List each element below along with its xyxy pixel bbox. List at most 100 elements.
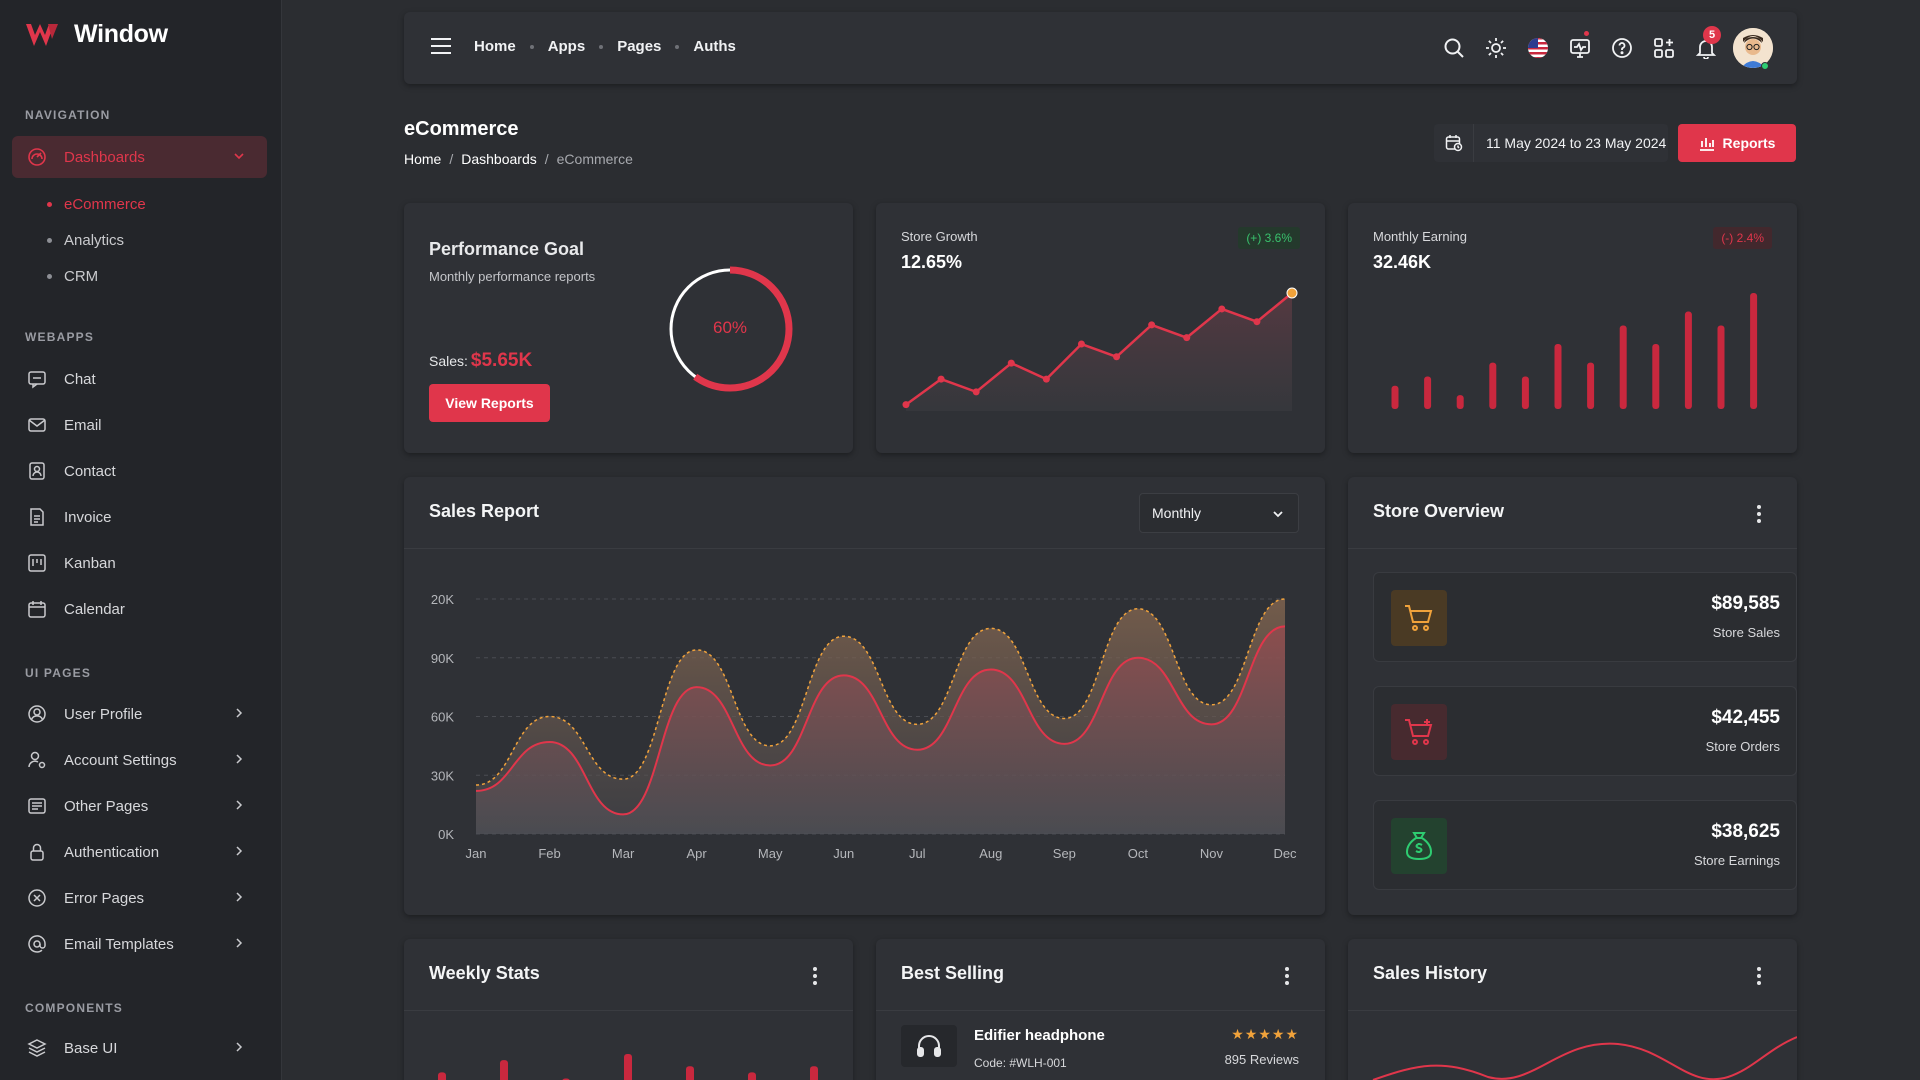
help-icon[interactable] bbox=[1601, 26, 1643, 70]
layers-icon bbox=[26, 1037, 48, 1059]
sidebar-item-user-profile[interactable]: User Profile bbox=[12, 693, 267, 735]
x-tick-label: May bbox=[758, 846, 783, 861]
bar-chart-icon bbox=[1699, 138, 1714, 151]
at-sign-icon bbox=[26, 933, 48, 955]
sidebar-subitem-crm[interactable]: CRM bbox=[47, 268, 98, 285]
growth-point bbox=[937, 375, 945, 383]
notification-bell-icon[interactable]: 5 bbox=[1685, 26, 1727, 70]
sidebar-item-calendar[interactable]: Calendar bbox=[12, 588, 267, 630]
sidebar-item-chat[interactable]: Chat bbox=[12, 358, 267, 400]
product-name[interactable]: Edifier headphone bbox=[974, 1027, 1105, 1044]
sidebar-item-authentication[interactable]: Authentication bbox=[12, 831, 267, 873]
earning-bar bbox=[1424, 376, 1432, 409]
growth-point bbox=[1007, 359, 1015, 367]
chevron-down-icon bbox=[234, 153, 244, 160]
sidebar-item-kanban[interactable]: Kanban bbox=[12, 542, 267, 584]
overview-label: Store Earnings bbox=[1694, 853, 1780, 868]
chevron-right-icon bbox=[236, 938, 243, 948]
overview-value: $38,625 bbox=[1711, 821, 1780, 842]
weekly-stats-card: Weekly Stats bbox=[404, 939, 853, 1080]
more-options-icon[interactable] bbox=[1757, 505, 1761, 526]
view-reports-button[interactable]: View Reports bbox=[429, 384, 550, 422]
rating-stars: ★★★★★ bbox=[1231, 1026, 1299, 1042]
date-range-picker[interactable]: 11 May 2024 to 23 May 2024 bbox=[1434, 124, 1668, 162]
growth-point bbox=[1148, 321, 1156, 329]
breadcrumb-dashboards[interactable]: Dashboards bbox=[461, 151, 537, 167]
x-tick-label: Feb bbox=[538, 846, 560, 861]
page-title: eCommerce bbox=[404, 118, 519, 140]
earning-bar bbox=[1489, 362, 1497, 409]
sales-summary: Sales: $5.65K bbox=[429, 350, 533, 371]
card-title: Store Overview bbox=[1373, 501, 1505, 521]
earning-bar bbox=[1587, 362, 1595, 409]
store-growth-card: Store Growth 12.65% (+) 3.6% bbox=[876, 203, 1325, 453]
cart-icon bbox=[1391, 590, 1447, 646]
x-tick-label: Aug bbox=[979, 846, 1002, 861]
weekly-bar bbox=[624, 1054, 632, 1080]
top-nav-apps[interactable]: Apps bbox=[548, 38, 586, 55]
performance-percent-label: 60% bbox=[712, 318, 748, 337]
weekly-stats-chart bbox=[438, 1054, 818, 1080]
nav-heading-webapps: WEBAPPS bbox=[25, 330, 95, 344]
invoice-icon bbox=[26, 506, 48, 528]
earning-bar bbox=[1619, 325, 1627, 409]
chevron-right-icon bbox=[236, 754, 243, 764]
gauge-icon bbox=[26, 146, 48, 168]
card-title: Performance Goal bbox=[429, 239, 585, 259]
sun-theme-icon[interactable] bbox=[1475, 26, 1517, 70]
sidebar-subitem-analytics[interactable]: Analytics bbox=[47, 232, 124, 249]
sidebar-item-dashboards[interactable]: Dashboards bbox=[12, 136, 267, 178]
store-orders-item: $42,455 Store Orders bbox=[1373, 686, 1797, 776]
error-circle-icon bbox=[26, 887, 48, 909]
y-tick-label: 60K bbox=[431, 710, 454, 725]
top-nav-home[interactable]: Home bbox=[474, 38, 516, 55]
breadcrumb-current: eCommerce bbox=[556, 151, 633, 167]
apps-grid-icon[interactable] bbox=[1643, 26, 1685, 70]
weekly-bar bbox=[500, 1060, 508, 1080]
sidebar-item-base-ui[interactable]: Base UI bbox=[12, 1027, 267, 1069]
overview-label: Store Orders bbox=[1705, 739, 1780, 754]
notification-count-badge: 5 bbox=[1703, 26, 1721, 44]
us-flag-icon[interactable] bbox=[1517, 26, 1559, 70]
y-tick-label: 20K bbox=[431, 592, 454, 607]
growth-point bbox=[1077, 340, 1085, 348]
earning-bar bbox=[1750, 293, 1758, 409]
online-status-dot bbox=[1761, 62, 1769, 70]
sales-history-card: Sales History bbox=[1348, 939, 1797, 1080]
x-tick-label: Mar bbox=[612, 846, 635, 861]
reports-button[interactable]: Reports bbox=[1678, 124, 1796, 162]
sidebar-item-account-settings[interactable]: Account Settings bbox=[12, 739, 267, 781]
x-tick-label: Jun bbox=[833, 846, 854, 861]
growth-point bbox=[1113, 353, 1121, 361]
sidebar-item-email[interactable]: Email bbox=[12, 404, 267, 446]
sidebar-item-other-pages[interactable]: Other Pages bbox=[12, 785, 267, 827]
product-code: Code: #WLH-001 bbox=[974, 1056, 1067, 1070]
breadcrumb-home[interactable]: Home bbox=[404, 151, 441, 167]
x-tick-label: Apr bbox=[687, 846, 708, 861]
sidebar-item-contact[interactable]: Contact bbox=[12, 450, 267, 492]
menu-toggle-icon[interactable] bbox=[430, 37, 452, 60]
brand-name: Window bbox=[74, 20, 168, 48]
more-options-icon[interactable] bbox=[1285, 967, 1289, 988]
sales-report-card: Sales Report Monthly 0K 30K 60K 90K 20K Jan Fe… bbox=[404, 477, 1325, 915]
earning-bar bbox=[1456, 395, 1464, 409]
brand[interactable]: Window bbox=[24, 20, 168, 49]
growth-area bbox=[906, 293, 1292, 411]
weekly-bar bbox=[686, 1066, 694, 1080]
sidebar-item-email-templates[interactable]: Email Templates bbox=[12, 923, 267, 965]
card-subtitle: Monthly performance reports bbox=[429, 269, 596, 284]
chevron-right-icon bbox=[236, 1042, 243, 1052]
sidebar-item-invoice[interactable]: Invoice bbox=[12, 496, 267, 538]
store-sales-item: $89,585 Store Sales bbox=[1373, 572, 1797, 662]
search-icon[interactable] bbox=[1433, 26, 1475, 70]
money-bag-icon bbox=[1391, 818, 1447, 874]
top-nav-auths[interactable]: Auths bbox=[693, 38, 736, 55]
calendar-clock-icon bbox=[1434, 124, 1474, 162]
chevron-right-icon bbox=[236, 846, 243, 856]
weekly-bar bbox=[438, 1072, 446, 1080]
top-nav-pages[interactable]: Pages bbox=[617, 38, 661, 55]
sidebar-subitem-ecommerce[interactable]: eCommerce bbox=[47, 196, 146, 213]
monitor-activity-icon[interactable] bbox=[1559, 26, 1601, 70]
sidebar-item-error-pages[interactable]: Error Pages bbox=[12, 877, 267, 919]
weekly-bar bbox=[810, 1066, 818, 1080]
